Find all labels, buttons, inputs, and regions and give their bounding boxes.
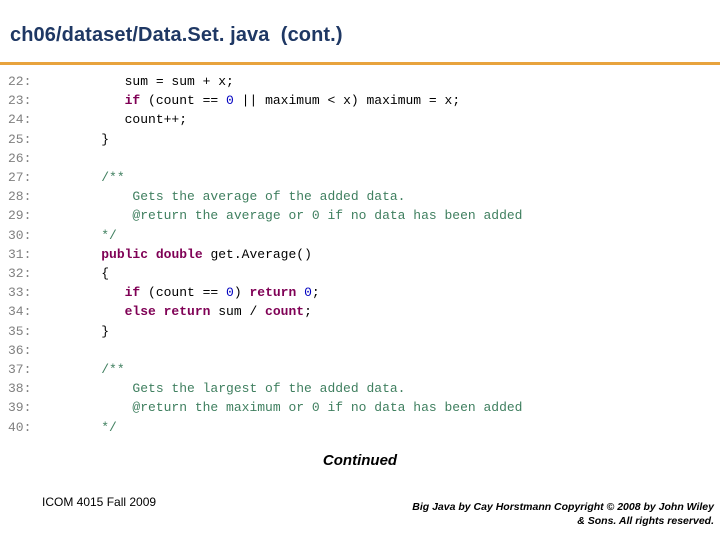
- code-line: 23: if (count == 0 || maximum < x) maxim…: [8, 91, 720, 110]
- code-token: (count ==: [140, 285, 227, 301]
- code-line: 39: @return the maximum or 0 if no data …: [8, 398, 720, 417]
- code-line: 30: */: [8, 226, 720, 245]
- footer-course-label: ICOM 4015 Fall 2009: [42, 495, 157, 509]
- code-token: /**: [101, 362, 125, 378]
- code-line: 33: if (count == 0) return 0;: [8, 283, 720, 302]
- code-token: */: [101, 419, 117, 435]
- code-line-number: 25:: [8, 131, 32, 147]
- code-token: if: [124, 93, 141, 109]
- code-line: 22: sum = sum + x;: [8, 72, 720, 91]
- code-line-number: 39:: [8, 400, 32, 416]
- code-token: if: [124, 285, 141, 301]
- code-line: 26:: [8, 149, 720, 168]
- code-token: 0: [226, 285, 234, 301]
- code-token: /**: [101, 170, 125, 186]
- code-token: double: [155, 246, 203, 262]
- code-token: */: [101, 227, 117, 243]
- code-token: ;: [311, 285, 320, 301]
- code-line-number: 31:: [8, 246, 32, 262]
- code-line-number: 29:: [8, 208, 32, 224]
- code-token: 0: [304, 285, 312, 301]
- code-line: 28: Gets the average of the added data.: [8, 187, 720, 206]
- code-line-number: 34:: [8, 304, 32, 320]
- title-divider: [0, 62, 720, 65]
- code-token: count: [265, 304, 305, 320]
- code-line: 29: @return the average or 0 if no data …: [8, 206, 720, 225]
- code-line: 24: count++;: [8, 110, 720, 129]
- code-line: 27: /**: [8, 168, 720, 187]
- slide: ch06/dataset/Data.Set. java (cont.) 22: …: [0, 0, 720, 540]
- code-line-number: 23:: [8, 93, 32, 109]
- code-line-number: 36:: [8, 342, 32, 358]
- code-line: 40: */: [8, 418, 720, 437]
- code-line-number: 35:: [8, 323, 32, 339]
- code-line: 38: Gets the largest of the added data.: [8, 379, 720, 398]
- code-line: 35: }: [8, 322, 720, 341]
- code-line-number: 33:: [8, 285, 32, 301]
- code-token: return: [249, 285, 297, 301]
- code-token: ;: [304, 304, 312, 320]
- code-token: Gets the largest of the added data.: [132, 381, 406, 397]
- footer-copyright: Big Java by Cay Horstmann Copyright © 20…: [374, 500, 714, 528]
- code-line: 32: {: [8, 264, 720, 283]
- code-token: Gets the average of the added data.: [132, 189, 406, 205]
- code-token: public: [101, 246, 149, 262]
- code-line-number: 22:: [8, 74, 32, 89]
- code-token: || maximum: [233, 93, 328, 109]
- code-line-number: 37:: [8, 362, 32, 378]
- code-line: 31: public double get.Average(): [8, 245, 720, 264]
- code-token: }: [70, 131, 110, 147]
- code-token: sum = sum + x;: [70, 74, 234, 89]
- continued-label: Continued: [322, 452, 398, 469]
- code-line-number: 40:: [8, 419, 32, 435]
- code-token: get.Average(): [202, 246, 312, 262]
- code-line-number: 26:: [8, 150, 32, 166]
- code-line: 34: else return sum / count;: [8, 302, 720, 321]
- code-token: @return the maximum or 0 if no data has …: [132, 400, 523, 416]
- code-line-number: 28:: [8, 189, 32, 205]
- code-listing: 22: sum = sum + x; 23: if (count == 0 || …: [8, 72, 720, 437]
- code-line-number: 32:: [8, 266, 32, 282]
- page-title: ch06/dataset/Data.Set. java (cont.): [10, 24, 343, 46]
- code-token: (count ==: [140, 93, 227, 109]
- code-token: {: [70, 266, 110, 282]
- code-line: 37: /**: [8, 360, 720, 379]
- code-line: 25: }: [8, 130, 720, 149]
- code-token: 0: [226, 93, 234, 109]
- code-token: }: [70, 323, 110, 339]
- code-token: ): [233, 285, 250, 301]
- code-token: x) maximum = x;: [335, 93, 461, 109]
- code-line: 36:: [8, 341, 720, 360]
- code-token: sum /: [210, 304, 266, 320]
- code-line-number: 30:: [8, 227, 32, 243]
- code-token: @return the average or 0 if no data has …: [132, 208, 523, 224]
- footer-copyright-line-2: & Sons. All rights reserved.: [577, 515, 714, 527]
- code-line-number: 38:: [8, 381, 32, 397]
- footer-copyright-line-1: Big Java by Cay Horstmann Copyright © 20…: [412, 501, 714, 513]
- code-line-number: 24:: [8, 112, 32, 128]
- code-token: count++;: [70, 112, 188, 128]
- code-token: else return: [124, 304, 211, 320]
- code-line-number: 27:: [8, 170, 32, 186]
